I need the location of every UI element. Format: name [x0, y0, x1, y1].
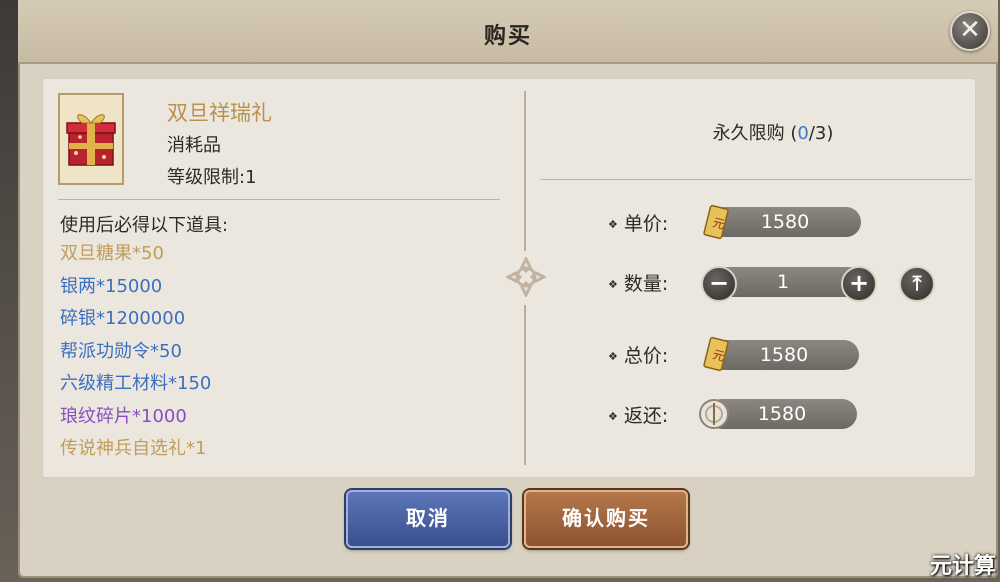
refund-label-row: ❖ 返还: — [608, 401, 668, 428]
plus-icon: + — [848, 269, 870, 297]
unit-price-label-row: ❖ 单价: — [608, 209, 668, 236]
dialog-header: 购买 ✕ — [18, 0, 998, 64]
reward-item: 传说神兵自选礼*1 — [60, 438, 207, 459]
quantity-value[interactable]: 1 — [777, 271, 789, 293]
unit-price-value: 1580 — [760, 211, 810, 233]
purchase-dialog: 购买 ✕ 双旦祥瑞礼 消耗品 等级限制:1 使用后必得以下道具: 双旦糖果*50… — [18, 0, 998, 578]
total-value: 1580 — [759, 344, 809, 366]
reward-item: 碎银*1200000 — [60, 308, 186, 329]
limit-label: 永久限购 — [712, 123, 785, 144]
confirm-label: 确认购买 — [562, 506, 650, 530]
gift-box-icon — [66, 114, 116, 166]
decrease-button[interactable]: − — [701, 266, 737, 302]
reward-item: 帮派功勋令*50 — [60, 340, 182, 362]
content-panel: 双旦祥瑞礼 消耗品 等级限制:1 使用后必得以下道具: 双旦糖果*50 银两*15… — [42, 78, 976, 478]
item-name: 双旦祥瑞礼 — [167, 101, 272, 125]
quantity-label-row: ❖ 数量: — [608, 269, 668, 296]
limit-current: 0 — [797, 123, 809, 144]
divider — [58, 199, 500, 200]
max-quantity-button[interactable]: ⤒ — [899, 266, 935, 302]
vertical-divider-lower — [524, 305, 526, 465]
ornament-icon — [506, 257, 546, 297]
purchase-limit: 永久限购 (0/3) — [712, 123, 834, 144]
refund-value: 1580 — [757, 403, 807, 425]
total-price-field: 1580 — [709, 340, 859, 370]
cancel-label: 取消 — [406, 506, 450, 530]
diamond-bullet-icon: ❖ — [608, 218, 618, 231]
total-label-row: ❖ 总价: — [608, 341, 668, 368]
item-type: 消耗品 — [167, 135, 221, 156]
unit-price-field: 1580 — [709, 207, 861, 237]
gold-scroll-icon: 元 — [703, 204, 729, 240]
item-level-limit: 等级限制:1 — [167, 167, 257, 188]
diamond-bullet-icon: ❖ — [608, 278, 618, 291]
reward-item: 双旦糖果*50 — [60, 243, 164, 264]
close-button[interactable]: ✕ — [950, 11, 990, 51]
silver-coin-icon — [699, 399, 729, 429]
reward-item: 琅纹碎片*1000 — [60, 405, 187, 427]
rewards-heading: 使用后必得以下道具: — [60, 215, 229, 236]
cancel-button[interactable]: 取消 — [346, 490, 510, 548]
unit-price-label: 单价: — [623, 213, 669, 235]
item-icon-frame — [58, 93, 124, 185]
divider-right — [540, 179, 972, 180]
diamond-bullet-icon: ❖ — [608, 350, 618, 363]
confirm-purchase-button[interactable]: 确认购买 — [524, 490, 688, 548]
reward-item: 银两*15000 — [60, 275, 163, 297]
reward-item: 六级精工材料*150 — [60, 373, 212, 394]
quantity-label: 数量: — [623, 273, 669, 295]
total-label: 总价: — [623, 345, 669, 367]
gold-scroll-icon: 元 — [703, 336, 729, 372]
vertical-divider — [524, 91, 526, 251]
minus-icon: − — [708, 269, 730, 297]
close-icon: ✕ — [959, 15, 981, 45]
background — [0, 0, 18, 582]
increase-button[interactable]: + — [841, 266, 877, 302]
refund-label: 返还: — [623, 405, 669, 427]
diamond-bullet-icon: ❖ — [608, 410, 618, 423]
watermark: 元计算 — [930, 554, 997, 579]
dialog-title: 购买 — [483, 24, 532, 49]
limit-max: 3 — [814, 123, 827, 144]
arrow-to-top-icon: ⤒ — [912, 271, 922, 295]
